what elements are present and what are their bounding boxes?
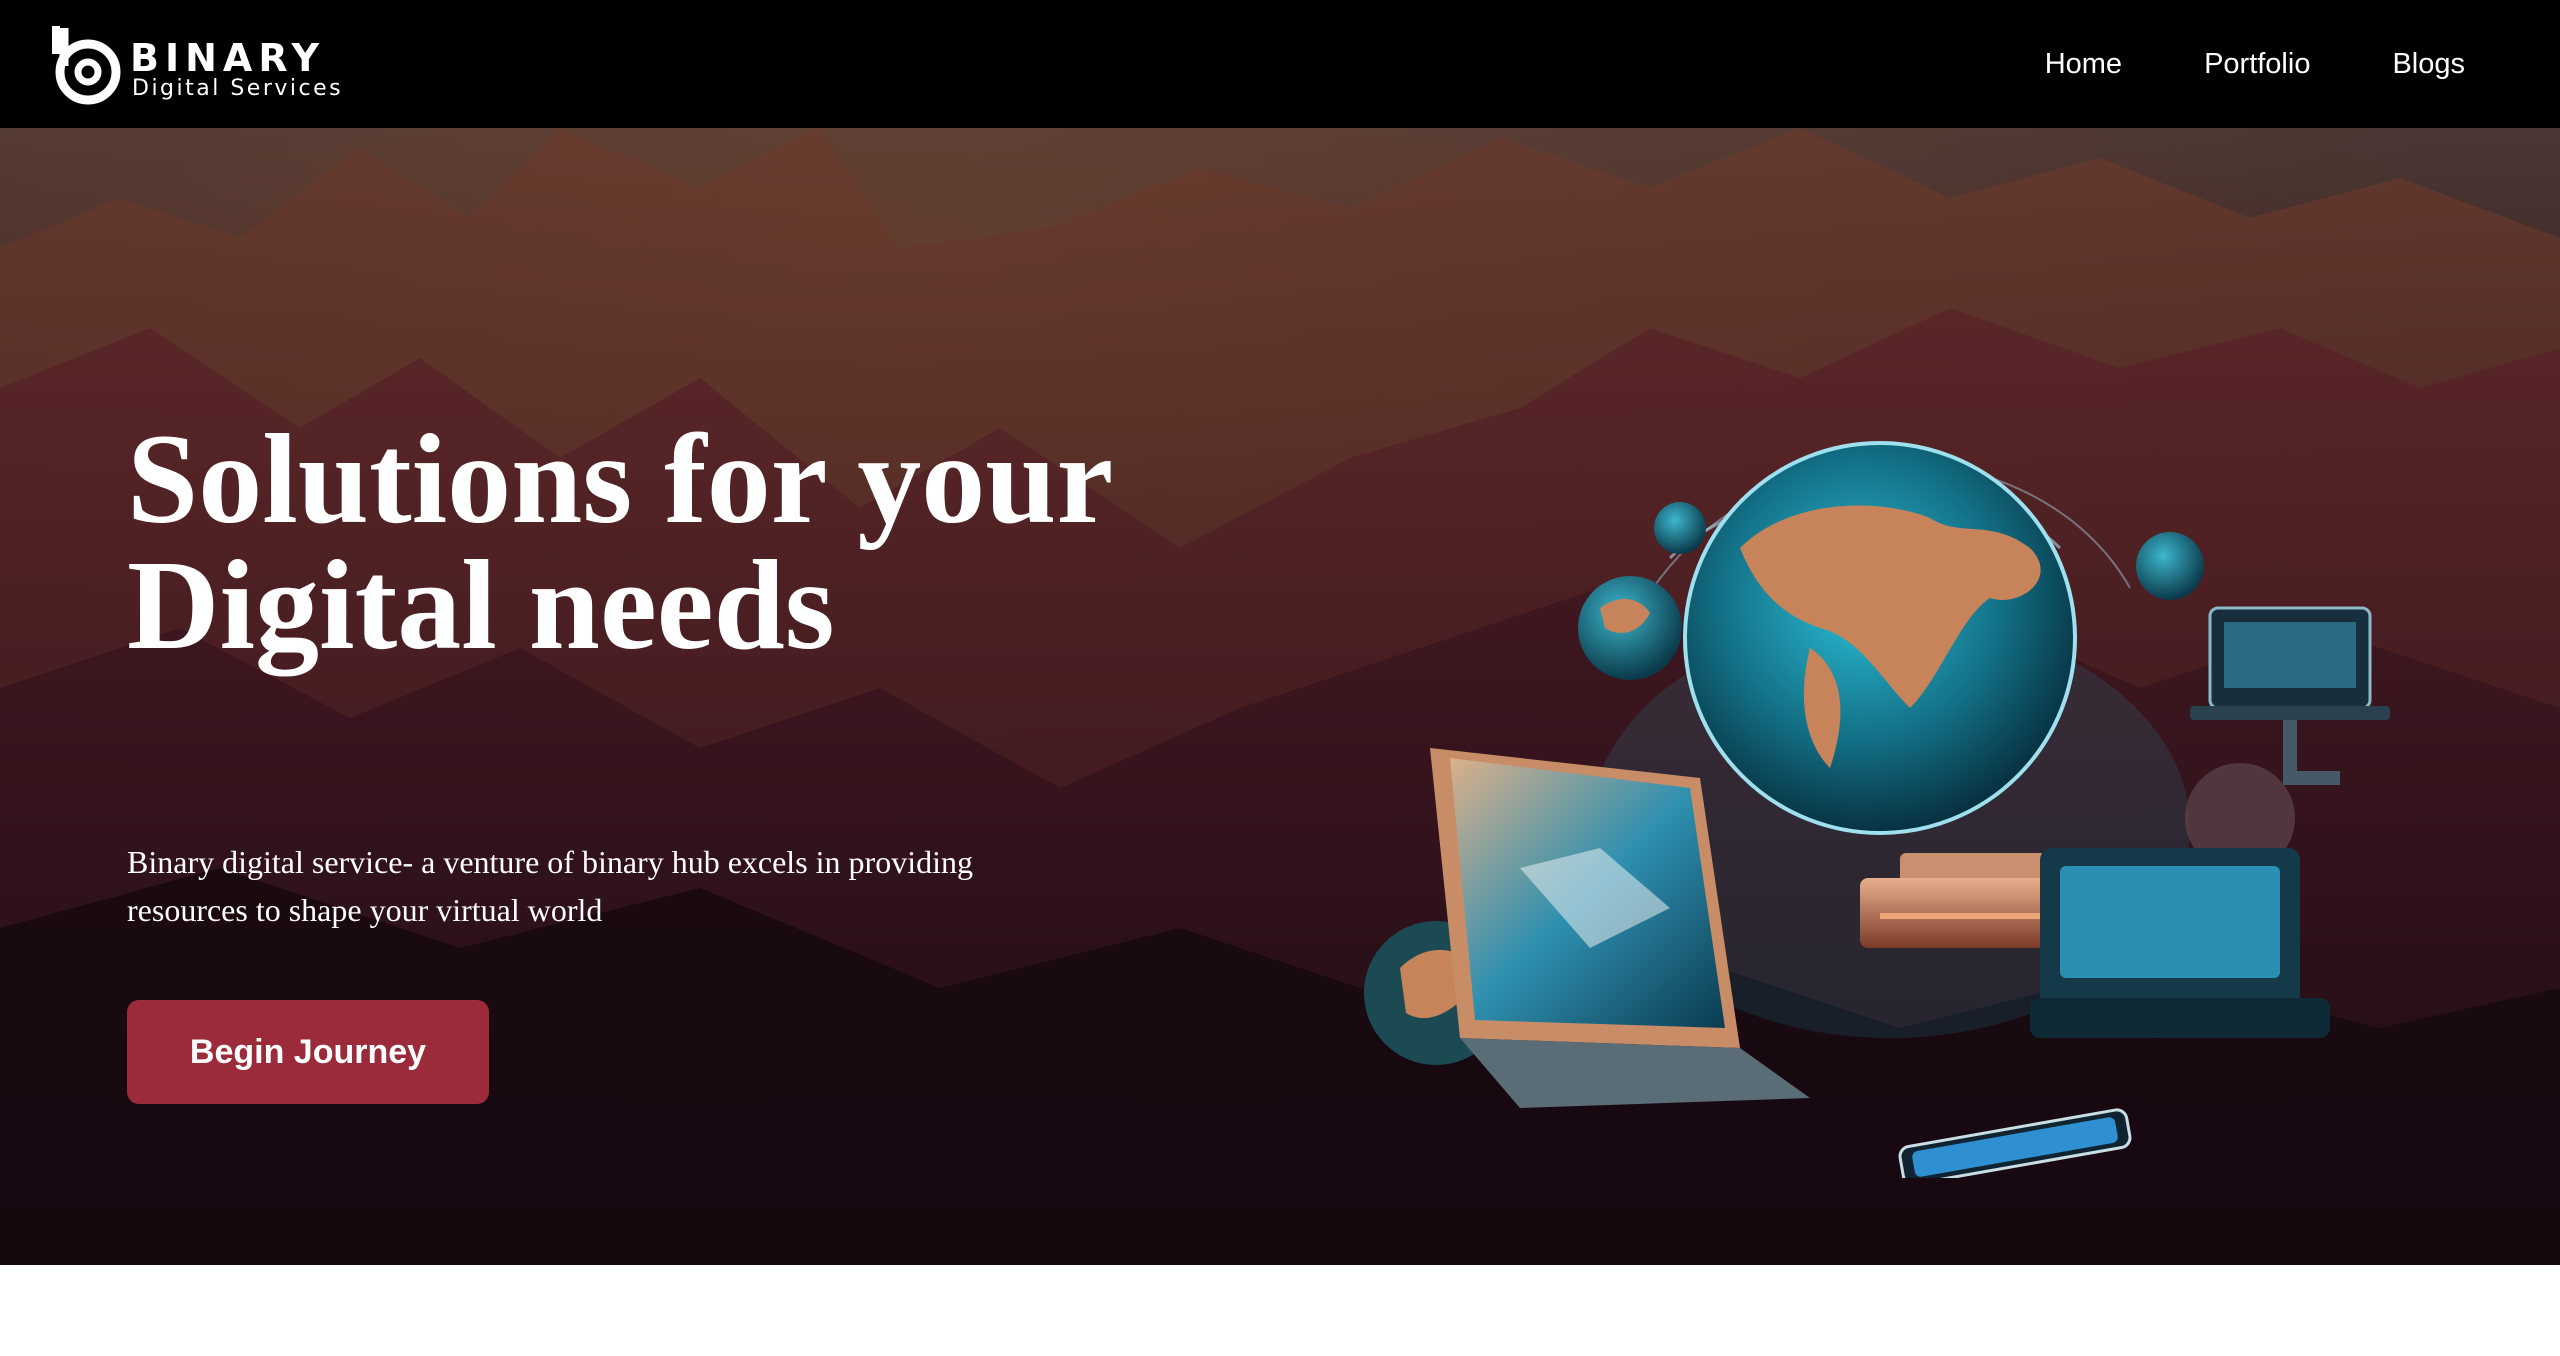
binary-b-logo-icon	[52, 26, 121, 105]
globe-devices-illustration	[1364, 441, 2390, 1178]
navbar: BINARY Digital Services Home Portfolio B…	[0, 0, 2560, 128]
hero-description: Binary digital service- a venture of bin…	[127, 844, 973, 928]
brand-name: BINARY	[130, 36, 326, 80]
page-bottom-area	[0, 1265, 2560, 1356]
main-nav: Home Portfolio Blogs	[2045, 0, 2465, 128]
hero-section: Solutions for your Digital needs Binary …	[0, 128, 2560, 1265]
begin-journey-button[interactable]: Begin Journey	[127, 1000, 489, 1104]
nav-link-portfolio[interactable]: Portfolio	[2204, 48, 2310, 81]
hero-title-line-2: Digital needs	[127, 534, 835, 676]
hero-title-line-1: Solutions for your	[127, 408, 1114, 550]
brand-logo[interactable]: BINARY Digital Services	[50, 22, 350, 106]
hero-title: Solutions for your Digital needs	[127, 408, 1327, 676]
brand-tagline: Digital Services	[132, 76, 344, 101]
nav-link-blogs[interactable]: Blogs	[2392, 48, 2465, 81]
nav-link-home[interactable]: Home	[2045, 48, 2122, 81]
